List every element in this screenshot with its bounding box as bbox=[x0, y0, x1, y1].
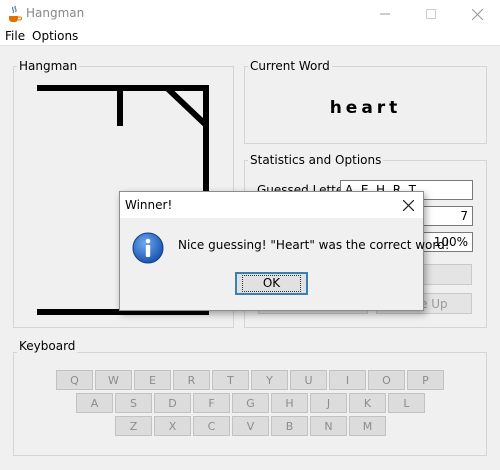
key-h[interactable]: H bbox=[271, 393, 308, 413]
key-d[interactable]: D bbox=[154, 393, 191, 413]
ok-button-label: OK bbox=[241, 275, 302, 292]
gallows-brace bbox=[164, 85, 209, 128]
java-cup-icon bbox=[9, 5, 22, 22]
key-y[interactable]: Y bbox=[251, 370, 288, 390]
key-t[interactable]: T bbox=[212, 370, 249, 390]
maximize-button[interactable] bbox=[408, 0, 454, 28]
key-n[interactable]: N bbox=[310, 416, 347, 436]
keyboard-panel-title: Keyboard bbox=[17, 339, 78, 353]
gallows-rope bbox=[117, 85, 123, 126]
key-w[interactable]: W bbox=[95, 370, 132, 390]
key-z[interactable]: Z bbox=[115, 416, 152, 436]
key-l[interactable]: L bbox=[388, 393, 425, 413]
key-a[interactable]: A bbox=[76, 393, 113, 413]
key-j[interactable]: J bbox=[310, 393, 347, 413]
key-k[interactable]: K bbox=[349, 393, 386, 413]
key-r[interactable]: R bbox=[173, 370, 210, 390]
hangman-panel-title: Hangman bbox=[17, 59, 80, 73]
menu-bar: File Options bbox=[0, 28, 500, 46]
key-g[interactable]: G bbox=[232, 393, 269, 413]
dialog-title: Winner! bbox=[125, 198, 173, 212]
key-p[interactable]: P bbox=[407, 370, 444, 390]
key-b[interactable]: B bbox=[271, 416, 308, 436]
window-titlebar: Hangman bbox=[0, 0, 500, 28]
dialog-message: Nice guessing! "Heart" was the correct w… bbox=[178, 238, 450, 252]
key-o[interactable]: O bbox=[368, 370, 405, 390]
key-e[interactable]: E bbox=[134, 370, 171, 390]
stats-panel-title: Statistics and Options bbox=[248, 153, 384, 167]
close-icon bbox=[402, 199, 414, 211]
key-u[interactable]: U bbox=[290, 370, 327, 390]
key-c[interactable]: C bbox=[193, 416, 230, 436]
dialog-close-button[interactable] bbox=[398, 195, 418, 215]
current-word-panel-title: Current Word bbox=[248, 59, 332, 73]
window-title: Hangman bbox=[26, 6, 85, 20]
minimize-button[interactable] bbox=[362, 0, 408, 28]
maximize-icon bbox=[426, 9, 436, 19]
ok-button[interactable]: OK bbox=[235, 272, 308, 295]
key-v[interactable]: V bbox=[232, 416, 269, 436]
info-icon bbox=[132, 232, 164, 264]
key-q[interactable]: Q bbox=[56, 370, 93, 390]
minimize-icon bbox=[380, 13, 390, 15]
current-word: heart bbox=[329, 98, 402, 118]
dialog-titlebar: Winner! bbox=[120, 192, 423, 218]
key-m[interactable]: M bbox=[349, 416, 386, 436]
menu-file[interactable]: File bbox=[5, 29, 25, 43]
key-i[interactable]: I bbox=[329, 370, 366, 390]
key-s[interactable]: S bbox=[115, 393, 152, 413]
key-x[interactable]: X bbox=[154, 416, 191, 436]
menu-options[interactable]: Options bbox=[32, 29, 78, 43]
close-button[interactable] bbox=[454, 0, 500, 28]
key-f[interactable]: F bbox=[193, 393, 230, 413]
winner-dialog: Winner! Nice guessing! "Heart" was the c… bbox=[119, 191, 450, 311]
close-icon bbox=[471, 8, 483, 20]
